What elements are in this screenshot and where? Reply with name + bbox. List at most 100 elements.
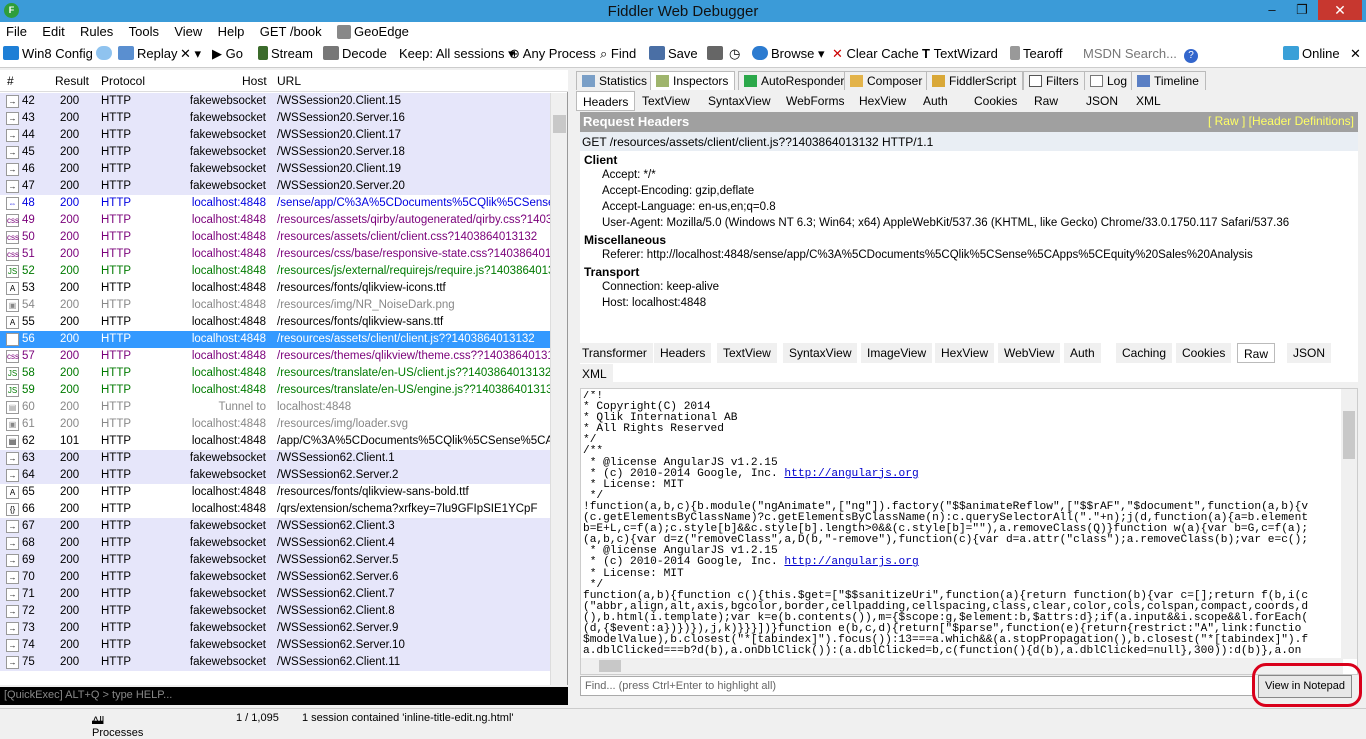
tab-fiddlerscript[interactable]: FiddlerScript bbox=[926, 71, 1024, 90]
response-hscrollbar[interactable] bbox=[581, 658, 1343, 674]
col-num[interactable]: # bbox=[7, 74, 14, 88]
msdn-search-box[interactable]: MSDN Search... bbox=[1083, 46, 1177, 61]
session-row[interactable]: ▤ 60 200 HTTP Tunnel to localhost:4848 bbox=[0, 399, 550, 416]
textwizard-button[interactable]: T TextWizard bbox=[922, 46, 998, 61]
session-row[interactable]: → 73 200 HTTP fakewebsocket/WSSession62.Serv… bbox=[0, 620, 550, 637]
tearoff-button[interactable]: Tearoff bbox=[1010, 46, 1063, 61]
minimize-button[interactable]: – bbox=[1258, 0, 1286, 20]
session-row[interactable]: ▣ 54 200 HTTP localhost:4848/resources/img/N… bbox=[0, 297, 550, 314]
resp-tab-transformer[interactable]: Transformer bbox=[576, 343, 653, 363]
req-tab-raw[interactable]: Raw bbox=[1028, 91, 1065, 111]
replay-button[interactable]: Replay bbox=[118, 46, 177, 61]
resp-tab-auth[interactable]: Auth bbox=[1064, 343, 1101, 363]
col-protocol[interactable]: Protocol bbox=[101, 74, 145, 88]
session-row[interactable]: → 71 200 HTTP fakewebsocket/WSSession62.Clie… bbox=[0, 586, 550, 603]
session-row[interactable]: JS 56 200 HTTP localhost:4848/resources/asse… bbox=[0, 331, 550, 348]
col-url[interactable]: URL bbox=[277, 74, 301, 88]
online-indicator[interactable]: Online bbox=[1283, 46, 1340, 61]
session-row[interactable]: A 53 200 HTTP localhost:4848/resources/fonts… bbox=[0, 280, 550, 297]
section-miscellaneous[interactable]: Miscellaneous bbox=[584, 233, 666, 247]
close-button[interactable]: ✕ bbox=[1318, 0, 1362, 20]
session-row[interactable]: → 47 200 HTTP fakewebsocket/WSSession20.Serv… bbox=[0, 178, 550, 195]
sessions-scrollbar[interactable] bbox=[550, 93, 567, 685]
req-tab-syntaxview[interactable]: SyntaxView bbox=[702, 91, 777, 111]
session-row[interactable]: → 42 200 HTTP fakewebsocket/WSSession20.Clie… bbox=[0, 93, 550, 110]
session-row[interactable]: ▣ 61 200 HTTP localhost:4848/resources/img/l… bbox=[0, 416, 550, 433]
session-row[interactable]: → 63 200 HTTP fakewebsocket/WSSession62.Clie… bbox=[0, 450, 550, 467]
session-row[interactable]: → 44 200 HTTP fakewebsocket/WSSession20.Clie… bbox=[0, 127, 550, 144]
session-row[interactable]: → 46 200 HTTP fakewebsocket/WSSession20.Clie… bbox=[0, 161, 550, 178]
tab-log[interactable]: Log bbox=[1084, 71, 1135, 90]
menu-help[interactable]: Help bbox=[212, 22, 251, 41]
session-row[interactable]: → 75 200 HTTP fakewebsocket/WSSession62.Clie… bbox=[0, 654, 550, 671]
quickexec-input[interactable]: [QuickExec] ALT+Q > type HELP... bbox=[0, 687, 568, 705]
browse-button[interactable]: Browse ▾ bbox=[752, 46, 825, 62]
angularjs-link[interactable]: http://angularjs.org bbox=[784, 556, 918, 568]
session-row[interactable]: A 65 200 HTTP localhost:4848/resources/fonts… bbox=[0, 484, 550, 501]
decode-button[interactable]: Decode bbox=[323, 46, 387, 61]
menu-get-book[interactable]: GET /book bbox=[254, 22, 328, 41]
tab-autoresponder[interactable]: AutoResponder bbox=[738, 71, 852, 90]
section-transport[interactable]: Transport bbox=[584, 265, 639, 279]
resp-tab-xml[interactable]: XML bbox=[576, 364, 613, 384]
menu-file[interactable]: File bbox=[0, 22, 33, 41]
tab-inspectors[interactable]: Inspectors bbox=[650, 71, 736, 90]
col-host[interactable]: Host bbox=[242, 74, 267, 88]
menu-tools[interactable]: Tools bbox=[123, 22, 165, 41]
session-row[interactable]: {} 66 200 HTTP localhost:4848/qrs/extension/… bbox=[0, 501, 550, 518]
session-row[interactable]: → 70 200 HTTP fakewebsocket/WSSession62.Serv… bbox=[0, 569, 550, 586]
req-tab-hexview[interactable]: HexView bbox=[853, 91, 913, 111]
tab-timeline[interactable]: Timeline bbox=[1131, 71, 1206, 90]
session-row[interactable]: → 72 200 HTTP fakewebsocket/WSSession62.Clie… bbox=[0, 603, 550, 620]
tab-filters[interactable]: Filters bbox=[1023, 71, 1086, 90]
session-row[interactable]: → 74 200 HTTP fakewebsocket/WSSession62.Serv… bbox=[0, 637, 550, 654]
session-row[interactable]: → 68 200 HTTP fakewebsocket/WSSession62.Clie… bbox=[0, 535, 550, 552]
resp-tab-caching[interactable]: Caching bbox=[1116, 343, 1173, 363]
resp-tab-textview[interactable]: TextView bbox=[717, 343, 777, 363]
save-button[interactable]: Save bbox=[649, 46, 698, 61]
response-body[interactable]: /*! * Copyright(C) 2014 * Qlik Internation… bbox=[580, 388, 1358, 675]
session-row[interactable]: A 55 200 HTTP localhost:4848/resources/fonts… bbox=[0, 314, 550, 331]
col-result[interactable]: Result bbox=[55, 74, 89, 88]
req-tab-auth[interactable]: Auth bbox=[917, 91, 954, 111]
req-tab-headers[interactable]: Headers bbox=[576, 91, 636, 111]
keep-sessions-dropdown[interactable]: Keep: All sessions ▾ bbox=[399, 46, 515, 62]
session-row[interactable]: → 43 200 HTTP fakewebsocket/WSSession20.Serv… bbox=[0, 110, 550, 127]
req-tab-webforms[interactable]: WebForms bbox=[780, 91, 851, 111]
resp-tab-cookies[interactable]: Cookies bbox=[1176, 343, 1232, 363]
resp-tab-raw[interactable]: Raw bbox=[1237, 343, 1276, 363]
remove-button[interactable]: ✕ ▾ bbox=[180, 46, 201, 62]
tab-composer[interactable]: Composer bbox=[844, 71, 930, 90]
req-tab-json[interactable]: JSON bbox=[1080, 91, 1125, 111]
session-row[interactable]: → 69 200 HTTP fakewebsocket/WSSession62.Serv… bbox=[0, 552, 550, 569]
resp-tab-hexview[interactable]: HexView bbox=[935, 343, 995, 363]
session-row[interactable]: JS 59 200 HTTP localhost:4848/resources/tran… bbox=[0, 382, 550, 399]
req-tab-textview[interactable]: TextView bbox=[636, 91, 696, 111]
section-client[interactable]: Client bbox=[584, 153, 617, 167]
help-icon[interactable]: ? bbox=[1184, 46, 1198, 63]
req-tab-xml[interactable]: XML bbox=[1130, 91, 1167, 111]
session-row[interactable]: css 50 200 HTTP localhost:4848/resources/ass… bbox=[0, 229, 550, 246]
clear-cache-button[interactable]: ✕ Clear Cache bbox=[832, 46, 919, 62]
session-row[interactable]: → 64 200 HTTP fakewebsocket/WSSession62.Serv… bbox=[0, 467, 550, 484]
session-row[interactable]: css 49 200 HTTP localhost:4848/resources/ass… bbox=[0, 212, 550, 229]
resp-tab-syntaxview[interactable]: SyntaxView bbox=[783, 343, 858, 363]
find-input[interactable]: Find... (press Ctrl+Enter to highlight a… bbox=[580, 676, 1254, 696]
restore-button[interactable]: ❐ bbox=[1288, 0, 1316, 20]
resp-tab-webview[interactable]: WebView bbox=[998, 343, 1061, 363]
timer-button[interactable]: ◷ bbox=[729, 46, 740, 62]
session-row[interactable]: ▤ 62 101 HTTP localhost:4848/app/C%3A%5CDocu… bbox=[0, 433, 550, 450]
comment-button[interactable] bbox=[96, 46, 115, 61]
resp-tab-json[interactable]: JSON bbox=[1287, 343, 1332, 363]
menu-view[interactable]: View bbox=[168, 22, 208, 41]
menu-edit[interactable]: Edit bbox=[36, 22, 70, 41]
go-button[interactable]: ▶ Go bbox=[212, 46, 243, 62]
session-row[interactable]: JS 58 200 HTTP localhost:4848/resources/tran… bbox=[0, 365, 550, 382]
find-button[interactable]: ⌕ Find bbox=[600, 46, 636, 62]
stream-button[interactable]: Stream bbox=[258, 46, 313, 61]
session-row[interactable]: JS 52 200 HTTP localhost:4848/resources/js/e… bbox=[0, 263, 550, 280]
angularjs-link[interactable]: http://angularjs.org bbox=[784, 468, 918, 480]
session-row[interactable]: → 45 200 HTTP fakewebsocket/WSSession20.Serv… bbox=[0, 144, 550, 161]
close-toolbar-button[interactable]: ✕ bbox=[1350, 46, 1361, 62]
menu-rules[interactable]: Rules bbox=[74, 22, 119, 41]
